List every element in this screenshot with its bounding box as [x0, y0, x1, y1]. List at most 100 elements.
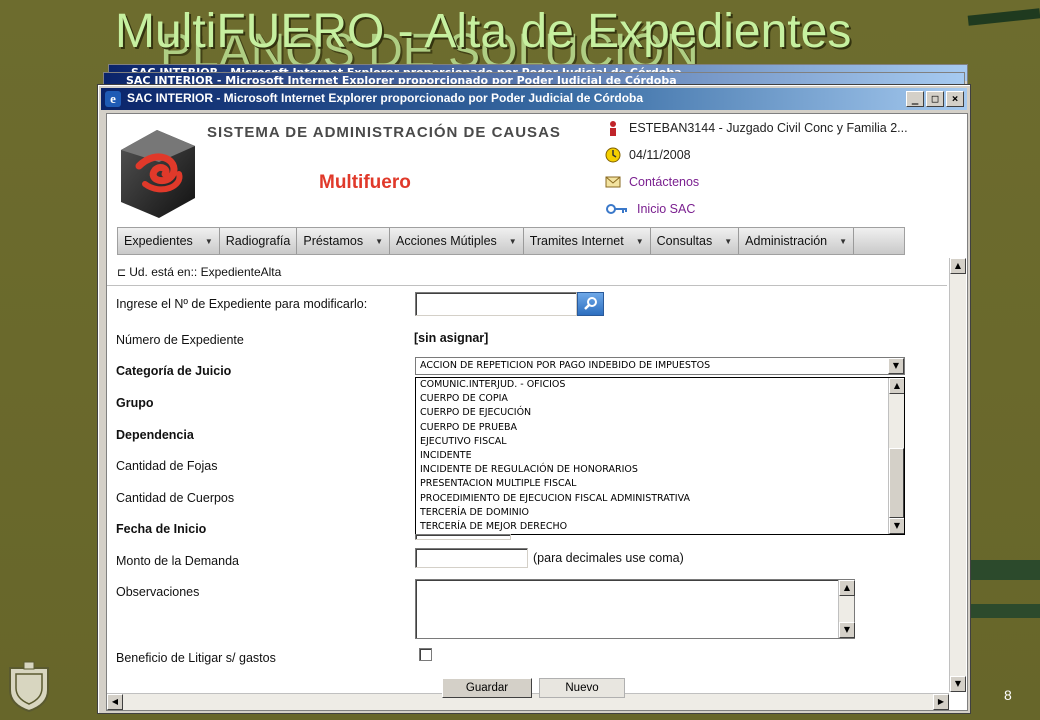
textarea-scrollbar[interactable]: ▲ ▼ [838, 580, 855, 638]
close-button[interactable]: × [946, 91, 964, 107]
scroll-up-icon[interactable]: ▲ [950, 258, 966, 274]
module-name: Multifuero [319, 172, 411, 193]
categoria-option[interactable]: CUERPO DE EJECUCIÓN [416, 406, 904, 420]
separator [107, 285, 947, 286]
categoria-option[interactable]: PRESENTACION MULTIPLE FISCAL [416, 477, 904, 491]
categoria-option[interactable]: INCIDENTE [416, 449, 904, 463]
grupo-label: Grupo [116, 396, 154, 410]
menu-acciones-multiples[interactable]: Acciones Mútiples ▼ [390, 228, 524, 254]
dropdown-arrow-icon: ▼ [724, 236, 733, 246]
chevron-down-icon[interactable]: ▼ [888, 358, 904, 374]
fojas-label: Cantidad de Fojas [116, 459, 218, 473]
dropdown-arrow-icon: ▼ [508, 236, 517, 246]
monto-hint: (para decimales use coma) [533, 551, 684, 565]
scroll-down-icon[interactable]: ▼ [889, 518, 904, 534]
cordoba-seal-icon [9, 661, 49, 712]
menu-label: Préstamos [303, 234, 364, 248]
save-button[interactable]: Guardar [442, 678, 532, 698]
monto-input[interactable] [415, 548, 528, 568]
list-scrollbar[interactable]: ▲ ▼ [888, 378, 904, 534]
categoria-label: Categoría de Juicio [116, 364, 232, 378]
sac-logo-icon [121, 130, 195, 218]
new-button[interactable]: Nuevo [539, 678, 625, 698]
dropdown-arrow-icon: ▼ [839, 236, 848, 246]
key-icon [606, 204, 627, 214]
window-titlebar[interactable]: e SAC INTERIOR - Microsoft Internet Expl… [101, 88, 967, 110]
categoria-option[interactable]: CUERPO DE COPIA [416, 392, 904, 406]
tree-icon: ⊏ [117, 267, 127, 279]
slide-title: MultiFUERO - Alta de Expedientes [115, 5, 852, 58]
categoria-option[interactable]: TERCERÍA DE DOMINIO [416, 506, 904, 520]
scroll-left-icon[interactable]: ◀ [107, 694, 123, 710]
menu-label: Tramites Internet [529, 234, 624, 248]
scroll-up-icon[interactable]: ▲ [839, 580, 855, 596]
numero-label: Número de Expediente [116, 333, 244, 347]
dropdown-arrow-icon: ▼ [635, 236, 644, 246]
main-menu: Expedientes ▼ Radiografía Préstamos ▼ Acci… [117, 227, 905, 255]
contact-link[interactable]: Contáctenos [629, 175, 699, 189]
search-button[interactable] [577, 292, 604, 316]
dependencia-label: Dependencia [116, 428, 194, 442]
dropdown-arrow-icon: ▼ [204, 236, 213, 246]
search-label: Ingrese el Nº de Expediente para modific… [116, 297, 368, 311]
ie-icon: e [105, 91, 121, 107]
browser-window: e SAC INTERIOR - Microsoft Internet Expl… [97, 84, 971, 714]
categoria-option[interactable]: INCIDENTE DE REGULACIÓN DE HONORARIOS [416, 463, 904, 477]
slide-title-area: PLANOS DE SOLUCIÓN MultiFUERO - Alta de … [115, 4, 945, 68]
search-expediente-input[interactable] [415, 292, 577, 316]
breadcrumb: ⊏ Ud. está en:: ExpedienteAlta [117, 265, 281, 279]
menu-label: Radiografía [225, 234, 291, 248]
user-icon [610, 121, 616, 136]
menu-expedientes[interactable]: Expedientes ▼ [118, 228, 220, 254]
scroll-right-icon[interactable]: ▶ [933, 694, 949, 710]
scroll-up-icon[interactable]: ▲ [889, 378, 904, 394]
menu-prestamos[interactable]: Préstamos ▼ [297, 228, 391, 254]
contact-link-row[interactable]: Contáctenos [605, 174, 699, 190]
menu-radiografia[interactable]: Radiografía [220, 228, 298, 254]
decorative-band [960, 560, 1040, 580]
clock-icon [605, 147, 621, 163]
categoria-dropdown-list: COMUNIC.INTERJUD. - OFICIOS CUERPO DE COP… [415, 377, 905, 535]
user-info: ESTEBAN3144 - Juzgado Civil Conc y Famil… [605, 120, 908, 136]
minimize-button[interactable]: _ [906, 91, 924, 107]
categoria-option[interactable]: EJECUTIVO FISCAL [416, 435, 904, 449]
menu-label: Acciones Mútiples [396, 234, 497, 248]
beneficio-checkbox[interactable] [419, 648, 432, 661]
current-date: 04/11/2008 [629, 148, 691, 162]
menu-label: Expedientes [124, 234, 193, 248]
fecha-input[interactable] [415, 534, 511, 540]
menu-label: Consultas [656, 234, 713, 248]
user-name: ESTEBAN3144 - Juzgado Civil Conc y Famil… [629, 121, 908, 135]
maximize-button[interactable]: □ [926, 91, 944, 107]
scroll-thumb[interactable] [889, 448, 904, 518]
page-number: 8 [1004, 687, 1012, 703]
monto-label: Monto de la Demanda [116, 554, 239, 568]
search-icon [583, 297, 597, 310]
fecha-label: Fecha de Inicio [116, 522, 207, 536]
decorative-band [960, 604, 1040, 618]
app-name: SISTEMA DE ADMINISTRACIÓN DE CAUSAS [207, 124, 561, 141]
categoria-option[interactable]: CUERPO DE PRUEBA [416, 421, 904, 435]
beneficio-label: Beneficio de Litigar s/ gastos [116, 651, 276, 665]
categoria-option[interactable]: TERCERÍA DE MEJOR DERECHO [416, 520, 904, 534]
breadcrumb-text: Ud. está en:: ExpedienteAlta [129, 265, 282, 279]
menu-tramites-internet[interactable]: Tramites Internet ▼ [524, 228, 651, 254]
scroll-down-icon[interactable]: ▼ [950, 676, 966, 692]
categoria-option[interactable]: PROCEDIMIENTO DE EJECUCION FISCAL ADMINI… [416, 492, 904, 506]
home-link[interactable]: Inicio SAC [637, 202, 695, 216]
scroll-down-icon[interactable]: ▼ [839, 622, 855, 638]
page-content: SISTEMA DE ADMINISTRACIÓN DE CAUSAS Mult… [106, 113, 968, 711]
numero-value: [sin asignar] [414, 331, 489, 345]
page-scrollbar[interactable]: ▲ ▼ [949, 258, 966, 692]
observaciones-textarea[interactable]: ▲ ▼ [415, 579, 855, 639]
cuerpos-label: Cantidad de Cuerpos [116, 491, 235, 505]
window-title: SAC INTERIOR - Microsoft Internet Explor… [127, 91, 644, 105]
menu-administracion[interactable]: Administración ▼ [739, 228, 855, 254]
menu-label: Administración [745, 234, 828, 248]
categoria-option[interactable]: COMUNIC.INTERJUD. - OFICIOS [416, 378, 904, 392]
menu-consultas[interactable]: Consultas ▼ [651, 228, 740, 254]
categoria-selected: ACCION DE REPETICION POR PAGO INDEBIDO D… [420, 360, 711, 371]
home-link-row[interactable]: Inicio SAC [605, 201, 695, 217]
date-info: 04/11/2008 [605, 147, 691, 163]
categoria-select[interactable]: ACCION DE REPETICION POR PAGO INDEBIDO D… [415, 357, 905, 375]
